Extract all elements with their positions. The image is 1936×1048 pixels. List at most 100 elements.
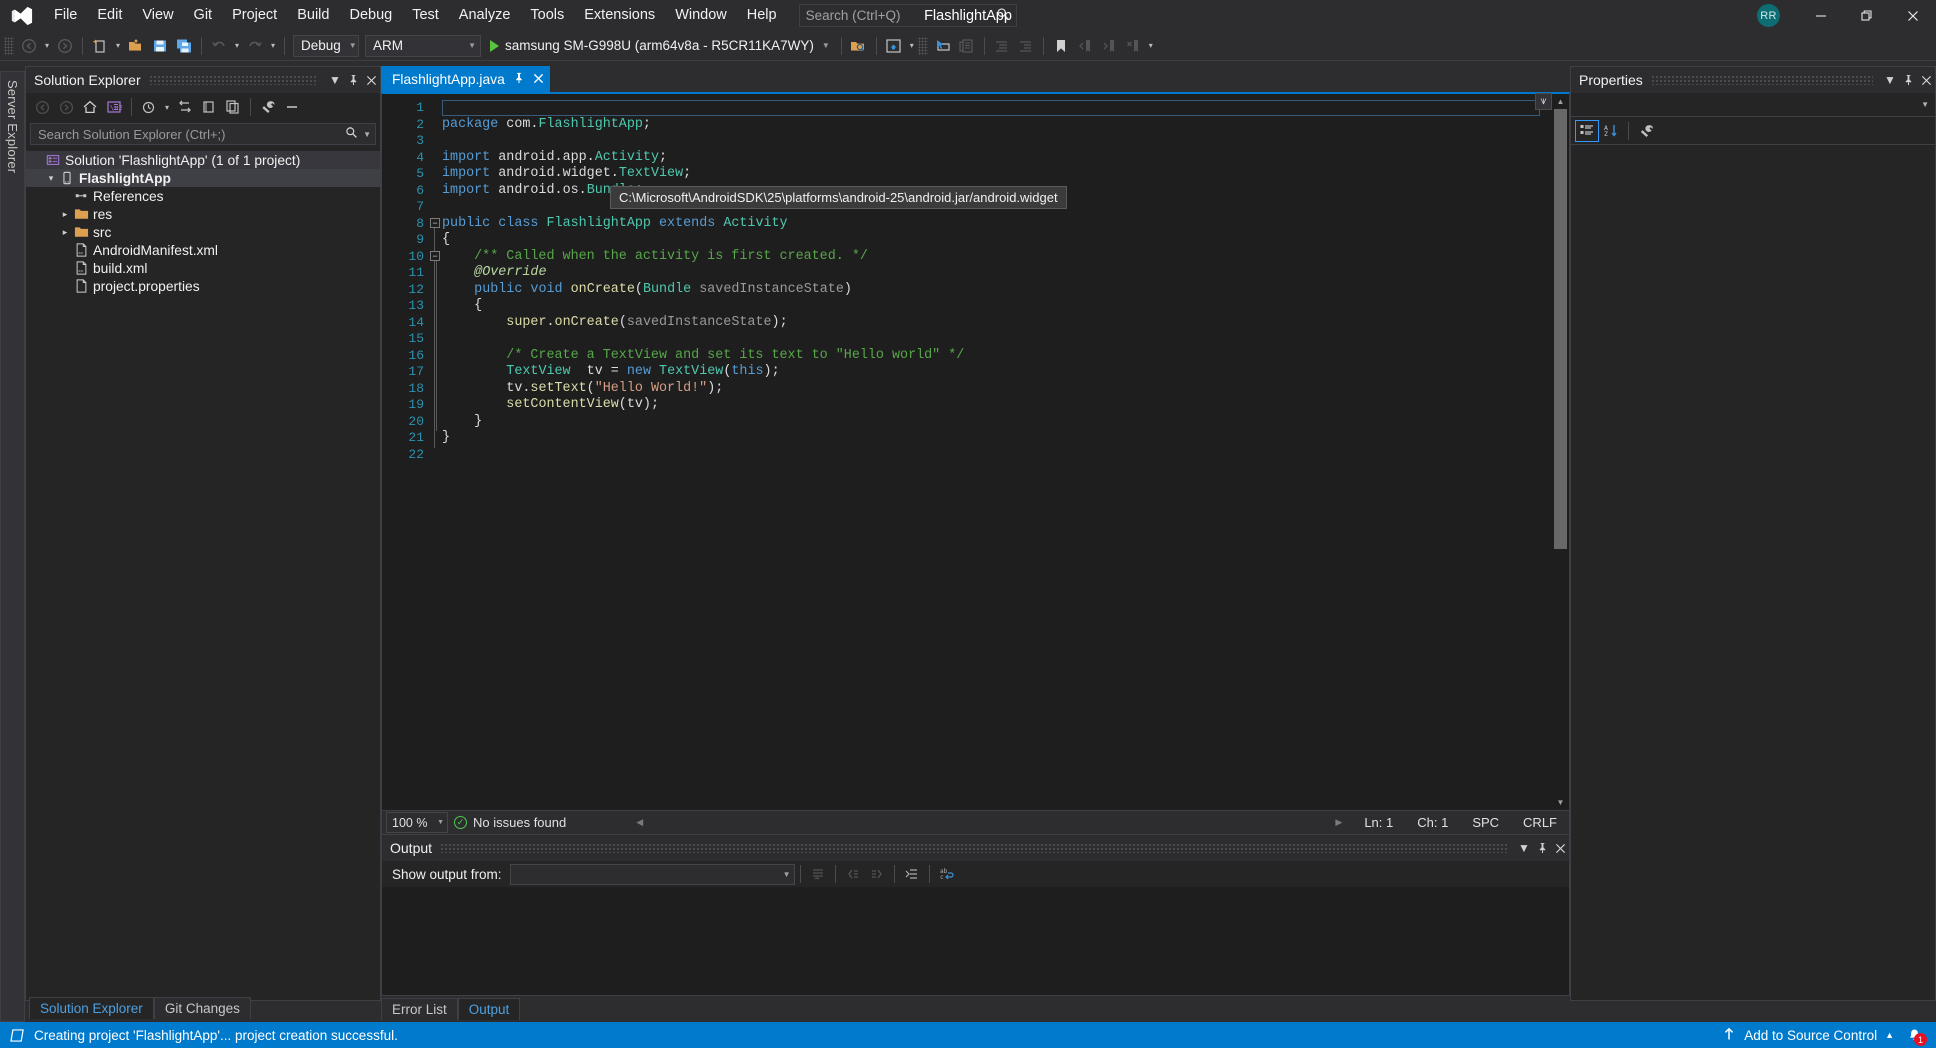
tab-git-changes[interactable]: Git Changes [154,997,251,1019]
tree-item-src[interactable]: ▸src [26,223,380,241]
code-line[interactable] [442,331,1552,348]
code-line[interactable]: public void onCreate(Bundle savedInstanc… [442,282,1552,299]
code-line[interactable]: { [442,298,1552,315]
redo-icon[interactable] [243,34,267,58]
panel-drag-handle[interactable] [1651,75,1873,85]
solution-explorer-search-input[interactable]: Search Solution Explorer (Ctrl+;) ▼ [30,123,376,145]
solution-view-icon[interactable]: \u25a0 [102,95,126,119]
undo-icon[interactable] [207,34,231,58]
expander-icon[interactable]: ▾ [44,173,58,184]
toolbar-overflow-icon[interactable]: ▾ [1145,34,1157,58]
show-output-from-combobox[interactable]: ▼ [510,864,795,885]
back-icon[interactable] [30,95,54,119]
fold-toggle-class[interactable]: − [430,218,440,228]
menu-build[interactable]: Build [287,0,339,31]
output-text-area[interactable] [382,887,1569,995]
code-editor[interactable]: 12345678910111213141516171819202122 − − … [381,92,1570,811]
panel-menu-icon[interactable]: ▼ [1881,69,1899,91]
menu-git[interactable]: Git [184,0,223,31]
go-to-previous-message-icon[interactable] [841,862,865,886]
find-message-in-code-icon[interactable] [806,862,830,886]
close-icon[interactable] [362,69,380,91]
scroll-thumb[interactable] [1554,109,1567,549]
new-project-icon[interactable] [88,34,112,58]
code-text-area[interactable]: C:\Microsoft\AndroidSDK\25\platforms\and… [442,94,1552,810]
panel-drag-handle[interactable] [440,843,1507,853]
code-line[interactable]: /** Called when the activity is first cr… [442,249,1552,266]
close-button[interactable] [1890,0,1936,31]
chevron-up-icon[interactable]: ▲ [1885,1030,1894,1040]
issues-next-icon[interactable]: ▶ [1325,817,1352,828]
next-bookmark-icon[interactable] [1097,34,1121,58]
refresh-icon[interactable] [197,95,221,119]
properties-grid[interactable] [1571,145,1935,1000]
menu-file[interactable]: File [44,0,87,31]
indent-icon[interactable] [990,34,1014,58]
home-icon[interactable] [78,95,102,119]
properties-wrench-icon[interactable] [256,95,280,119]
global-search-input[interactable]: Search (Ctrl+Q) [799,4,1017,27]
redo-dropdown-icon[interactable]: ▾ [267,34,279,58]
document-tab-flashlightapp-java[interactable]: FlashlightApp.java [381,66,550,92]
panel-menu-icon[interactable]: ▼ [1515,837,1533,859]
menu-view[interactable]: View [132,0,183,31]
add-to-source-control-label[interactable]: Add to Source Control [1744,1028,1877,1043]
code-line[interactable]: tv.setText("Hello World!"); [442,381,1552,398]
tab-solution-explorer[interactable]: Solution Explorer [29,997,154,1019]
select-tool-icon[interactable] [931,34,955,58]
pin-icon[interactable] [344,69,362,91]
menu-extensions[interactable]: Extensions [574,0,665,31]
pin-icon[interactable] [513,72,525,87]
clear-bookmarks-icon[interactable] [1121,34,1145,58]
code-line[interactable]: } [442,430,1552,447]
go-to-next-message-icon[interactable] [865,862,889,886]
collapse-all-icon[interactable] [280,95,304,119]
code-line[interactable]: public class FlashlightApp extends Activ… [442,216,1552,233]
issues-prev-icon[interactable]: ◀ [566,817,653,828]
toolbar-grip[interactable] [918,37,928,55]
menu-tools[interactable]: Tools [520,0,574,31]
editor-vertical-scrollbar[interactable]: ▲ ▼ [1552,94,1569,810]
forward-icon[interactable] [54,95,78,119]
alphabetical-sort-icon[interactable]: AZ [1599,120,1623,142]
close-icon[interactable] [1917,69,1935,91]
tab-output[interactable]: Output [458,998,521,1020]
new-project-dropdown-icon[interactable]: ▾ [112,34,124,58]
tree-item-res[interactable]: ▸res [26,205,380,223]
code-folding-column[interactable]: − − [428,94,442,810]
notifications-button[interactable]: 1 [1902,1025,1926,1045]
toggle-word-wrap-icon[interactable]: abc [935,862,959,886]
code-line[interactable]: setContentView(tv); [442,397,1552,414]
scroll-down-icon[interactable]: ▼ [1553,795,1568,810]
toggle-bookmark-icon[interactable] [1049,34,1073,58]
show-all-files-icon[interactable] [221,95,245,119]
property-pages-wrench-icon[interactable] [1634,120,1658,142]
issues-indicator[interactable]: ✓ No issues found [454,815,566,830]
fold-toggle-method[interactable]: − [430,251,440,261]
line-ending-indicator[interactable]: CRLF [1511,815,1569,830]
code-line[interactable]: } [442,414,1552,431]
outdent-icon[interactable] [1014,34,1038,58]
pending-changes-filter-icon[interactable] [137,95,161,119]
tree-item-build-xml[interactable]: <>build.xml [26,259,380,277]
sync-with-active-document-icon[interactable] [173,95,197,119]
device-manager-dropdown-icon[interactable]: ▾ [906,34,918,58]
navigate-back-dropdown-icon[interactable]: ▾ [41,34,53,58]
menu-analyze[interactable]: Analyze [449,0,521,31]
tree-item-flashlightapp[interactable]: ▾FlashlightApp [26,169,380,187]
menu-test[interactable]: Test [402,0,449,31]
zoom-level-combobox[interactable]: 100 % ▼ [386,812,448,833]
menu-window[interactable]: Window [665,0,737,31]
undo-dropdown-icon[interactable]: ▾ [231,34,243,58]
code-line[interactable]: import android.widget.TextView; [442,166,1552,183]
expander-icon[interactable]: ▸ [58,209,72,220]
code-line[interactable]: /* Create a TextView and set its text to… [442,348,1552,365]
solution-configuration-combobox[interactable]: Debug ▼ [293,35,359,57]
pin-icon[interactable] [1899,69,1917,91]
menu-debug[interactable]: Debug [339,0,402,31]
code-line[interactable]: super.onCreate(savedInstanceState); [442,315,1552,332]
close-icon[interactable] [1551,837,1569,859]
scroll-track[interactable] [1553,109,1568,795]
expander-icon[interactable]: ▸ [58,227,72,238]
save-all-icon[interactable] [172,34,196,58]
